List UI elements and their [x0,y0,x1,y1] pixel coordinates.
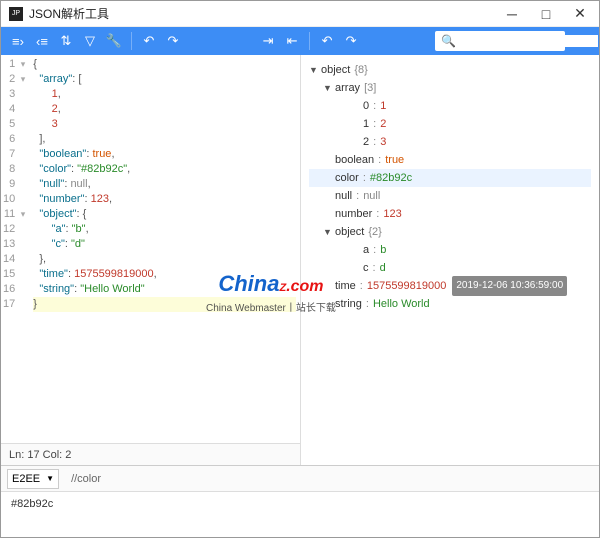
code-line[interactable]: "c": "d" [33,237,296,252]
tree-row[interactable]: string:Hello World [309,295,591,313]
tree-row[interactable]: boolean:true [309,151,591,169]
gutter-line: 17 [3,297,25,312]
code-editor-pane: 1▾2▾34567891011▾121314151617 { "array": … [1,55,301,465]
window-title: JSON解析工具 [29,5,495,22]
gutter-line: 6 [3,132,25,147]
query-language-select[interactable]: E2EE▼ [7,469,59,489]
tree-row[interactable]: 2:3 [309,133,591,151]
gutter-line: 8 [3,162,25,177]
tree-row[interactable]: color:#82b92c [309,169,591,187]
tree-row[interactable]: number:123 [309,205,591,223]
code-line[interactable]: "object": { [33,207,296,222]
gutter-line: 9 [3,177,25,192]
tree-row[interactable]: 1:2 [309,115,591,133]
query-input[interactable] [65,467,599,491]
gutter-line: 16 [3,282,25,297]
tree-row[interactable]: c:d [309,259,591,277]
gutter-line: 2▾ [3,72,25,87]
gutter-line: 12 [3,222,25,237]
code-line[interactable]: "array": [ [33,72,296,87]
sort-icon[interactable]: ⇅ [55,30,77,52]
tree-row[interactable]: null:null [309,187,591,205]
gutter-line: 13 [3,237,25,252]
tree-row[interactable]: time:15755998190002019-12-06 10:36:59:00 [309,277,591,295]
code-line[interactable]: "string": "Hello World" [33,282,296,297]
tree-row[interactable]: 0:1 [309,97,591,115]
code-body[interactable]: { "array": [ 1, 2, 3 ], "boolean": true,… [29,55,300,443]
query-result: #82b92c [1,492,599,535]
gutter-line: 3 [3,87,25,102]
query-panel: E2EE▼ #82b92c [1,465,599,535]
code-line[interactable]: "a": "b", [33,222,296,237]
code-line[interactable]: "boolean": true, [33,147,296,162]
tree-undo-icon[interactable]: ↶ [316,30,338,52]
code-line[interactable]: "number": 123, [33,192,296,207]
gutter-line: 1▾ [3,57,25,72]
code-line[interactable]: 2, [33,102,296,117]
gutter-line: 15 [3,267,25,282]
expand-icon[interactable]: ⇤ [281,30,303,52]
tree-row[interactable]: ▼object{2} [309,223,591,241]
gutter-line: 10 [3,192,25,207]
code-line[interactable]: "time": 1575599819000, [33,267,296,282]
minimize-button[interactable]: ─ [495,1,529,27]
status-bar: Ln: 17 Col: 2 [1,443,300,465]
code-line[interactable]: 1, [33,87,296,102]
undo-icon[interactable]: ↶ [138,30,160,52]
code-line[interactable]: "color": "#82b92c", [33,162,296,177]
tree-redo-icon[interactable]: ↷ [340,30,362,52]
tree-view-pane[interactable]: ▼object{8}▼array[3]0:11:22:3boolean:true… [301,55,599,465]
tree-row[interactable]: a:b [309,241,591,259]
close-button[interactable]: ✕ [563,1,597,27]
indent-right-icon[interactable]: ≡› [7,30,29,52]
gutter-line: 11▾ [3,207,25,222]
indent-left-icon[interactable]: ‹≡ [31,30,53,52]
code-line[interactable]: "null": null, [33,177,296,192]
filter-icon[interactable]: ▽ [79,30,101,52]
code-line[interactable]: }, [33,252,296,267]
maximize-button[interactable]: □ [529,1,563,27]
code-line[interactable]: ], [33,132,296,147]
line-gutter: 1▾2▾34567891011▾121314151617 [1,55,29,443]
settings-icon[interactable]: 🔧 [103,30,125,52]
gutter-line: 5 [3,117,25,132]
code-editor[interactable]: 1▾2▾34567891011▾121314151617 { "array": … [1,55,300,443]
toolbar: ≡› ‹≡ ⇅ ▽ 🔧 ↶ ↷ ⇥ ⇤ ↶ ↷ 🔍 ▼▲ [1,27,599,55]
search-icon: 🔍 [441,34,456,48]
code-line[interactable]: { [33,57,296,72]
search-box[interactable]: 🔍 [435,31,565,51]
gutter-line: 14 [3,252,25,267]
gutter-line: 7 [3,147,25,162]
app-icon: JP [9,7,23,21]
search-options-icon[interactable]: ▼▲ [573,36,593,47]
code-line[interactable]: 3 [33,117,296,132]
collapse-icon[interactable]: ⇥ [257,30,279,52]
tree-row[interactable]: ▼object{8} [309,61,591,79]
titlebar: JP JSON解析工具 ─ □ ✕ [1,1,599,27]
redo-icon[interactable]: ↷ [162,30,184,52]
gutter-line: 4 [3,102,25,117]
tree-row[interactable]: ▼array[3] [309,79,591,97]
code-line[interactable]: } [33,297,296,312]
